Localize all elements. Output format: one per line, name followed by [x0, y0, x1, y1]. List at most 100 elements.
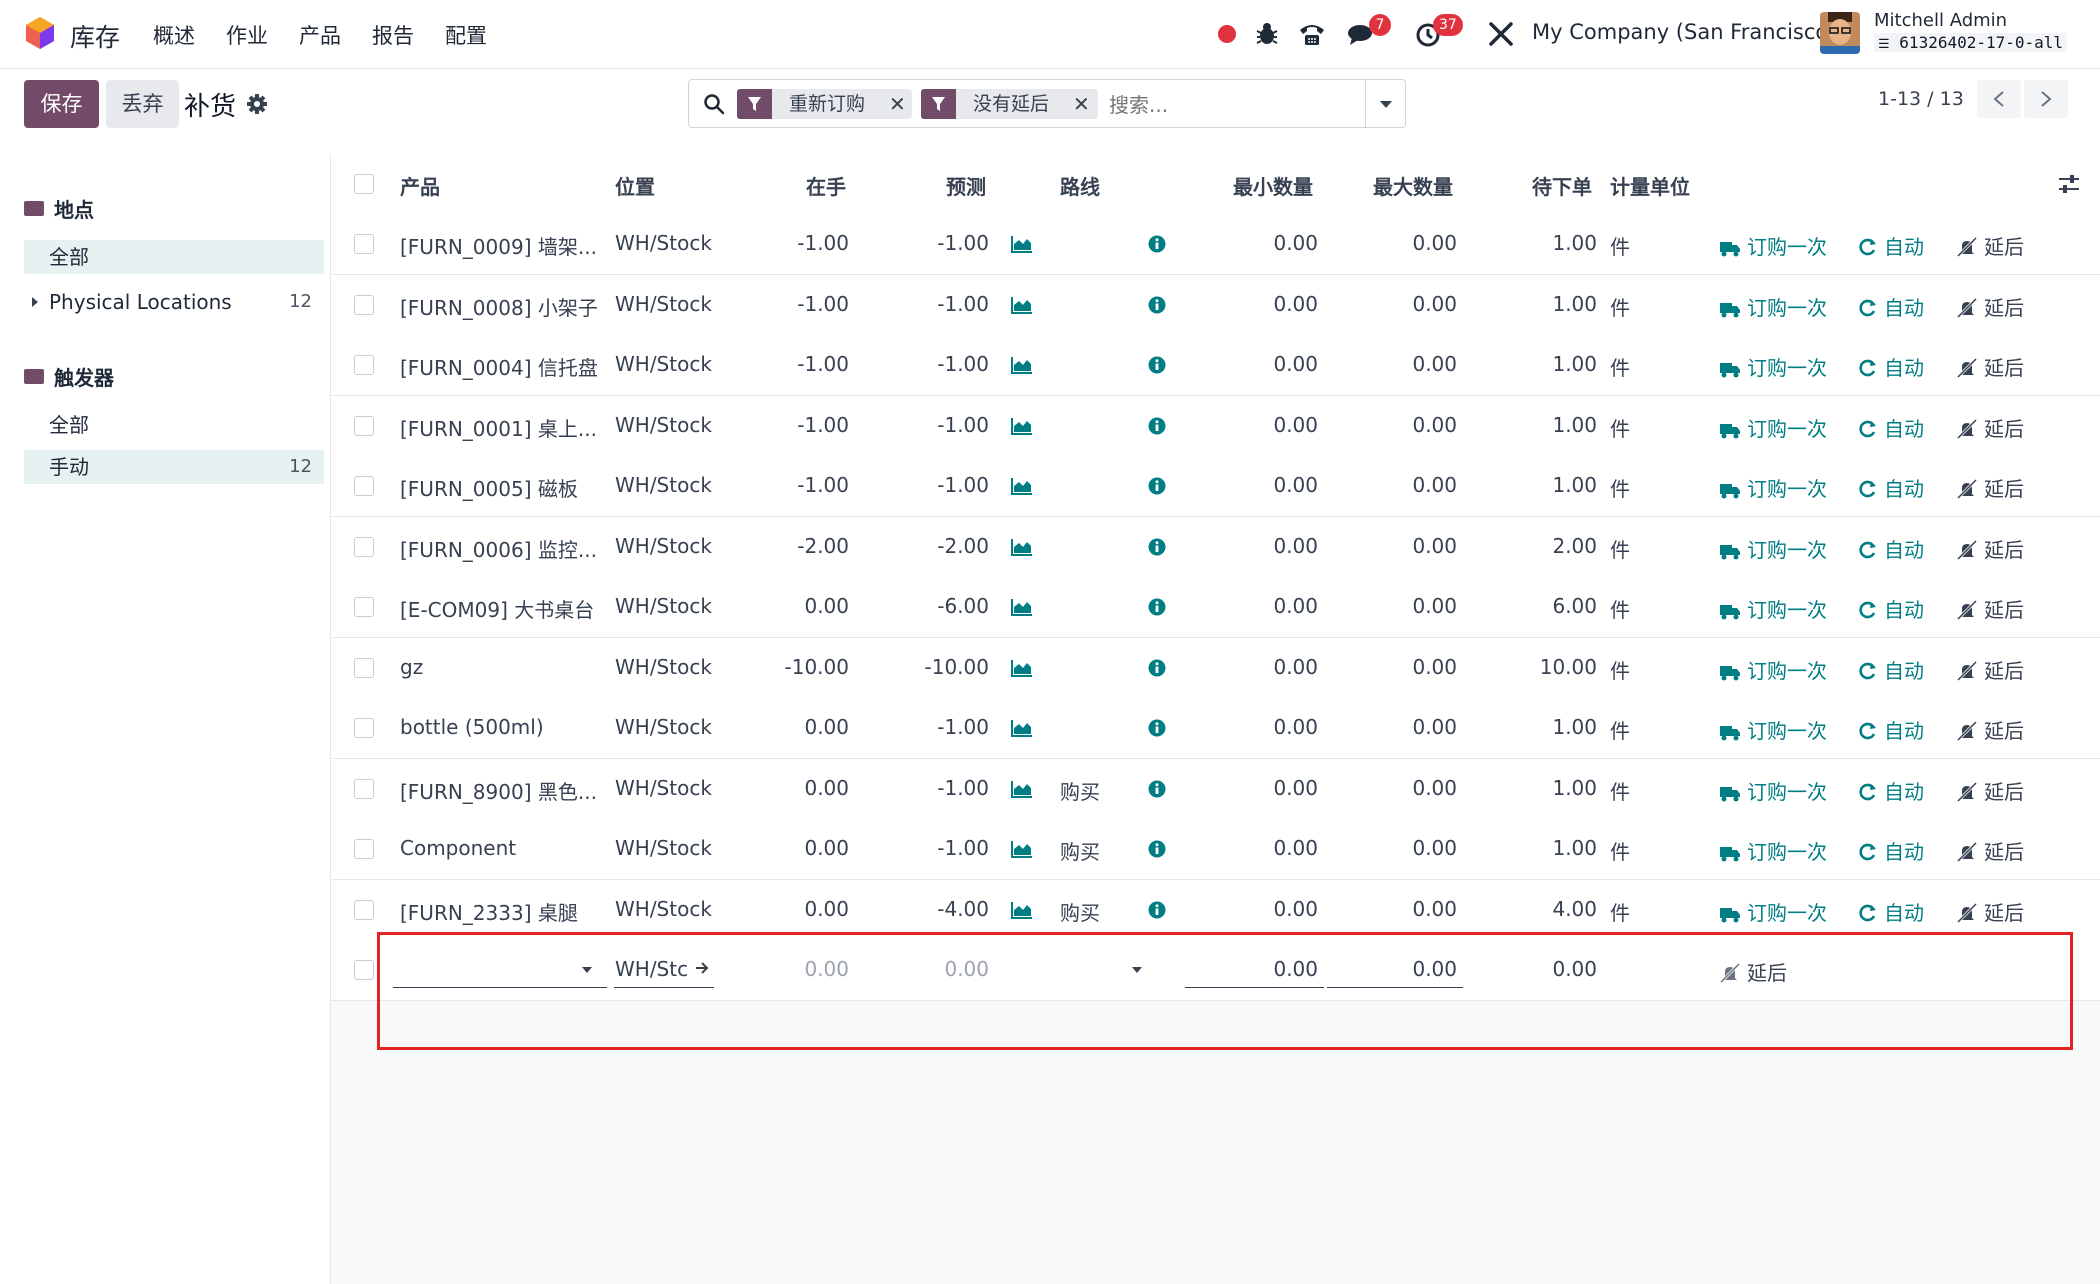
table-row[interactable]: [FURN_0006] 监控... WH/Stock -2.00 -2.00 0.00 0…: [331, 517, 2100, 578]
column-header-on-hand[interactable]: 在手: [806, 171, 846, 200]
app-name[interactable]: 库存: [70, 18, 120, 54]
sidebar-item-physical-locations[interactable]: Physical Locations 12: [24, 285, 324, 319]
forecast-chart-icon[interactable]: [1011, 719, 1033, 741]
gear-icon[interactable]: [246, 93, 268, 115]
row-checkbox[interactable]: [354, 416, 374, 436]
column-header-product[interactable]: 产品: [400, 171, 440, 200]
pager-next-button[interactable]: [2024, 80, 2068, 118]
column-header-min-qty[interactable]: 最小数量: [1233, 171, 1313, 200]
automate-button[interactable]: 自动: [1858, 534, 1924, 565]
info-icon[interactable]: [1148, 901, 1166, 923]
forecast-chart-icon[interactable]: [1011, 296, 1033, 318]
snooze-button[interactable]: 延后: [1956, 715, 2024, 746]
automate-button[interactable]: 自动: [1858, 594, 1924, 625]
snooze-button[interactable]: 延后: [1956, 352, 2024, 383]
info-icon[interactable]: [1148, 477, 1166, 499]
snooze-button[interactable]: 延后: [1956, 897, 2024, 928]
info-icon[interactable]: [1148, 840, 1166, 862]
forecast-chart-icon[interactable]: [1011, 598, 1033, 620]
phone-icon[interactable]: [1296, 18, 1328, 50]
search-icon[interactable]: [703, 93, 725, 115]
automate-button[interactable]: 自动: [1858, 292, 1924, 323]
table-row[interactable]: [FURN_0005] 磁板 WH/Stock -1.00 -1.00 0.00 0.00…: [331, 456, 2100, 517]
table-row[interactable]: gz WH/Stock -10.00 -10.00 0.00 0.00 10.00 件 订购一次…: [331, 638, 2100, 699]
order-once-button[interactable]: 订购一次: [1719, 534, 1827, 565]
tools-icon[interactable]: [1485, 18, 1517, 50]
info-icon[interactable]: [1148, 598, 1166, 620]
menu-configuration[interactable]: 配置: [445, 20, 487, 50]
select-all-checkbox[interactable]: [354, 174, 374, 194]
column-header-to-order[interactable]: 待下单: [1532, 171, 1592, 200]
order-once-button[interactable]: 订购一次: [1719, 231, 1827, 262]
forecast-chart-icon[interactable]: [1011, 659, 1033, 681]
row-checkbox[interactable]: [354, 839, 374, 859]
info-icon[interactable]: [1148, 417, 1166, 439]
sidebar-item-all-locations[interactable]: 全部: [24, 240, 324, 274]
caret-right-icon[interactable]: [31, 296, 39, 308]
menu-products[interactable]: 产品: [299, 20, 341, 50]
row-checkbox[interactable]: [354, 960, 374, 980]
order-once-button[interactable]: 订购一次: [1719, 473, 1827, 504]
row-checkbox[interactable]: [354, 476, 374, 496]
forecast-chart-icon[interactable]: [1011, 538, 1033, 560]
table-row[interactable]: [E-COM09] 大书桌台 WH/Stock 0.00 -6.00 0.00 0.00 6…: [331, 577, 2100, 638]
record-icon[interactable]: [1211, 18, 1243, 50]
column-header-route[interactable]: 路线: [1060, 171, 1100, 200]
snooze-button[interactable]: 延后: [1956, 594, 2024, 625]
info-icon[interactable]: [1148, 719, 1166, 741]
automate-button[interactable]: 自动: [1858, 352, 1924, 383]
forecast-chart-icon[interactable]: [1011, 840, 1033, 862]
snooze-button[interactable]: 延后: [1956, 776, 2024, 807]
info-icon[interactable]: [1148, 659, 1166, 681]
table-row[interactable]: [FURN_0004] 信托盘 WH/Stock -1.00 -1.00 0.00 0.0…: [331, 335, 2100, 396]
column-header-max-qty[interactable]: 最大数量: [1373, 171, 1453, 200]
snooze-button[interactable]: 延后: [1956, 655, 2024, 686]
table-row[interactable]: [FURN_0001] 桌上... WH/Stock -1.00 -1.00 0.00 0…: [331, 396, 2100, 457]
table-row[interactable]: [FURN_0008] 小架子 WH/Stock -1.00 -1.00 0.00 0.0…: [331, 275, 2100, 336]
row-checkbox[interactable]: [354, 718, 374, 738]
bug-icon[interactable]: [1251, 18, 1283, 50]
row-checkbox[interactable]: [354, 234, 374, 254]
remove-facet-icon[interactable]: ✕: [1073, 89, 1090, 119]
row-checkbox[interactable]: [354, 295, 374, 315]
table-row[interactable]: bottle (500ml) WH/Stock 0.00 -1.00 0.00 0.00 1…: [331, 698, 2100, 759]
automate-button[interactable]: 自动: [1858, 776, 1924, 807]
search-input[interactable]: [1107, 89, 1361, 121]
snooze-button[interactable]: 延后: [1956, 534, 2024, 565]
info-icon[interactable]: [1148, 538, 1166, 560]
order-once-button[interactable]: 订购一次: [1719, 836, 1827, 867]
info-icon[interactable]: [1148, 296, 1166, 318]
column-header-location[interactable]: 位置: [615, 171, 655, 200]
sidebar-item-manual[interactable]: 手动 12: [24, 450, 324, 484]
forecast-chart-icon[interactable]: [1011, 780, 1033, 802]
automate-button[interactable]: 自动: [1858, 897, 1924, 928]
forecast-chart-icon[interactable]: [1011, 477, 1033, 499]
forecast-chart-icon[interactable]: [1011, 235, 1033, 257]
row-checkbox[interactable]: [354, 779, 374, 799]
automate-button[interactable]: 自动: [1858, 231, 1924, 262]
table-row[interactable]: Component WH/Stock 0.00 -1.00 购买 0.00 0.00 1.00…: [331, 819, 2100, 880]
order-once-button[interactable]: 订购一次: [1719, 352, 1827, 383]
forecast-chart-icon[interactable]: [1011, 417, 1033, 439]
remove-facet-icon[interactable]: ✕: [889, 89, 906, 119]
automate-button[interactable]: 自动: [1858, 655, 1924, 686]
info-icon[interactable]: [1148, 356, 1166, 378]
automate-button[interactable]: 自动: [1858, 473, 1924, 504]
row-checkbox[interactable]: [354, 355, 374, 375]
table-row[interactable]: [FURN_0009] 墙架... WH/Stock -1.00 -1.00 0.00 0…: [331, 214, 2100, 275]
order-once-button[interactable]: 订购一次: [1719, 292, 1827, 323]
company-switcher[interactable]: My Company (San Francisco): [1532, 20, 1836, 44]
filter-facet-reorder[interactable]: 重新订购 ✕: [737, 89, 912, 119]
column-header-uom[interactable]: 计量单位: [1610, 171, 1690, 200]
automate-button[interactable]: 自动: [1858, 715, 1924, 746]
info-icon[interactable]: [1148, 780, 1166, 802]
snooze-button[interactable]: 延后: [1956, 292, 2024, 323]
menu-overview[interactable]: 概述: [153, 20, 195, 50]
info-icon[interactable]: [1148, 235, 1166, 257]
odoo-logo-icon[interactable]: [24, 16, 56, 50]
order-once-button[interactable]: 订购一次: [1719, 897, 1827, 928]
order-once-button[interactable]: 订购一次: [1719, 776, 1827, 807]
optional-columns-sliders-icon[interactable]: [2057, 174, 2081, 194]
order-once-button[interactable]: 订购一次: [1719, 594, 1827, 625]
user-avatar[interactable]: [1820, 12, 1860, 54]
